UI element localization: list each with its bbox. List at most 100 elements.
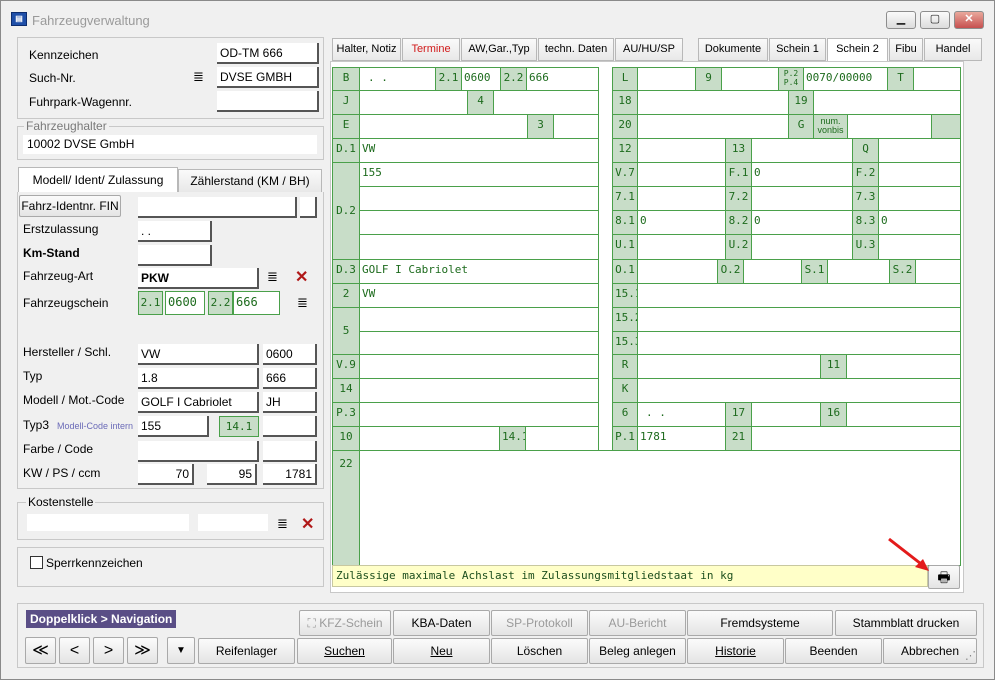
cell-f1-value[interactable]: 0 <box>751 162 853 187</box>
typ3-field[interactable]: 155 <box>138 416 209 437</box>
beenden-button[interactable]: Beenden <box>785 638 882 664</box>
ccm-field[interactable]: 1781 <box>263 464 317 485</box>
cell-19-value[interactable] <box>813 90 961 115</box>
delete-icon[interactable]: ✕ <box>295 267 308 287</box>
cell-s2-value[interactable] <box>915 259 961 284</box>
cell-16-value[interactable] <box>846 402 961 427</box>
schein-22-field[interactable]: 666 <box>233 291 280 315</box>
cell-13-value[interactable] <box>751 138 853 163</box>
prev-record-button[interactable]: < <box>59 637 90 664</box>
cell-151-value[interactable] <box>637 283 961 308</box>
first-record-button[interactable]: ≪ <box>25 637 56 664</box>
typ-field[interactable]: 1.8 <box>138 368 259 389</box>
tab-schein-2[interactable]: Schein 2 <box>827 38 888 62</box>
beleg-anlegen-button[interactable]: Beleg anlegen <box>589 638 686 664</box>
hersteller-code-field[interactable]: 0600 <box>263 344 317 365</box>
tab-modell-ident[interactable]: Modell/ Ident/ Zulassung <box>18 167 178 193</box>
cell-73-value[interactable] <box>878 186 961 211</box>
kba-daten-button[interactable]: KBA-Daten <box>393 610 490 636</box>
cell-18-value[interactable] <box>637 90 789 115</box>
cell-o2-value[interactable] <box>743 259 802 284</box>
au-bericht-button[interactable]: AU-Bericht <box>589 610 686 636</box>
fahrzeugart-field[interactable]: PKW <box>138 268 259 289</box>
cell-81-value[interactable]: 0 <box>637 210 726 235</box>
reifenlager-button[interactable]: Reifenlager <box>198 638 295 664</box>
kfz-schein-button[interactable]: ⛶ KFZ-Schein <box>299 610 391 636</box>
fuhrpark-field[interactable] <box>217 91 319 112</box>
motcode-field[interactable]: JH <box>263 392 317 413</box>
cell-s1-value[interactable] <box>827 259 890 284</box>
tab-dokumente[interactable]: Dokumente <box>698 38 768 61</box>
resize-grip-icon[interactable]: ⋰ <box>965 649 976 662</box>
halter-field[interactable]: 10002 DVSE GmbH <box>23 135 317 154</box>
cell-17-value[interactable] <box>751 402 821 427</box>
tab-halter-notiz[interactable]: Halter, Notiz <box>332 38 401 61</box>
cell-20-value[interactable] <box>637 114 789 139</box>
fremdsysteme-button[interactable]: Fremdsysteme <box>687 610 833 636</box>
cell-4-value[interactable] <box>493 90 599 115</box>
tab-termine[interactable]: Termine <box>402 38 460 61</box>
kw-field[interactable]: 70 <box>138 464 194 485</box>
cell-d2-value[interactable]: 155 <box>359 162 599 187</box>
erstzulassung-field[interactable]: . . <box>138 221 212 242</box>
cell-u2-value[interactable] <box>751 234 853 260</box>
tab-techn-daten[interactable]: techn. Daten <box>538 38 614 61</box>
cell-d3-value[interactable]: GOLF I Cabriolet <box>359 259 599 284</box>
cell-u3-value[interactable] <box>878 234 961 260</box>
cell-v9-value[interactable] <box>359 354 599 379</box>
schein-21-field[interactable]: 0600 <box>165 291 205 315</box>
tab-schein-1[interactable]: Schein 1 <box>769 38 826 61</box>
neu-button[interactable]: Neu <box>393 638 490 664</box>
cell-2-value[interactable]: VW <box>359 283 599 308</box>
suchen-button[interactable]: Suchen <box>297 638 392 664</box>
fin-check-field[interactable] <box>300 197 317 218</box>
list-icon[interactable]: ≣ <box>297 295 308 311</box>
cell-153-value[interactable] <box>637 331 961 355</box>
cell-d2-row2[interactable] <box>359 186 599 211</box>
farbe-field[interactable] <box>138 441 259 462</box>
abbrechen-button[interactable]: Abbrechen <box>883 638 977 664</box>
cell-21b-value[interactable] <box>751 426 961 451</box>
cell-22-value[interactable]: 666 <box>526 67 599 91</box>
delete-icon[interactable]: ✕ <box>301 514 314 534</box>
list-icon[interactable]: ≣ <box>277 516 288 532</box>
sperr-checkbox[interactable] <box>30 556 43 569</box>
cell-3-value[interactable] <box>553 114 599 139</box>
historie-button[interactable]: Historie <box>687 638 784 664</box>
cell-u1-value[interactable] <box>637 234 726 260</box>
kostenstelle-field-2[interactable] <box>198 514 268 531</box>
cell-21-value[interactable]: 0600 <box>461 67 501 91</box>
cell-83-value[interactable]: 0 <box>878 210 961 235</box>
nav-dropdown-button[interactable]: ▼ <box>167 637 195 664</box>
kennzeichen-field[interactable]: OD-TM 666 <box>217 43 319 64</box>
cell-p2-value[interactable]: 0070/00000 <box>803 67 888 91</box>
fin-button[interactable]: Fahrz-Identnr. FIN <box>19 195 121 217</box>
cell-v7-value[interactable] <box>637 162 726 187</box>
tab-aw-gar-typ[interactable]: AW,Gar.,Typ <box>461 38 537 61</box>
cell-p1-value[interactable]: 1781 <box>637 426 726 451</box>
maximize-button[interactable]: ▢ <box>920 11 950 29</box>
list-icon[interactable]: ≣ <box>267 269 278 285</box>
cell-11-value[interactable] <box>846 354 961 379</box>
cell-num-value[interactable] <box>847 114 932 139</box>
last-record-button[interactable]: ≫ <box>127 637 158 664</box>
cell-l-value[interactable] <box>637 67 696 91</box>
cell-9-value[interactable] <box>721 67 779 91</box>
suchnr-field[interactable]: DVSE GMBH <box>217 67 319 88</box>
cell-r-value[interactable] <box>637 354 821 379</box>
modell-field[interactable]: GOLF I Cabriolet <box>138 392 259 413</box>
cell-72-value[interactable] <box>751 186 853 211</box>
close-button[interactable]: ✕ <box>954 11 984 29</box>
cell-o1-value[interactable] <box>637 259 718 284</box>
cell-f2-value[interactable] <box>878 162 961 187</box>
tab-zaehlerstand[interactable]: Zählerstand (KM / BH) <box>178 169 322 193</box>
cell-22-value[interactable] <box>359 450 961 566</box>
cell-d2-row3[interactable] <box>359 210 599 235</box>
next-record-button[interactable]: > <box>93 637 124 664</box>
loeschen-button[interactable]: Löschen <box>491 638 588 664</box>
cell-e-value[interactable] <box>359 114 528 139</box>
cell-14-value[interactable] <box>359 378 599 403</box>
minimize-button[interactable]: ▁ <box>886 11 916 29</box>
tab-handel[interactable]: Handel <box>924 38 982 61</box>
cell-82-value[interactable]: 0 <box>751 210 853 235</box>
